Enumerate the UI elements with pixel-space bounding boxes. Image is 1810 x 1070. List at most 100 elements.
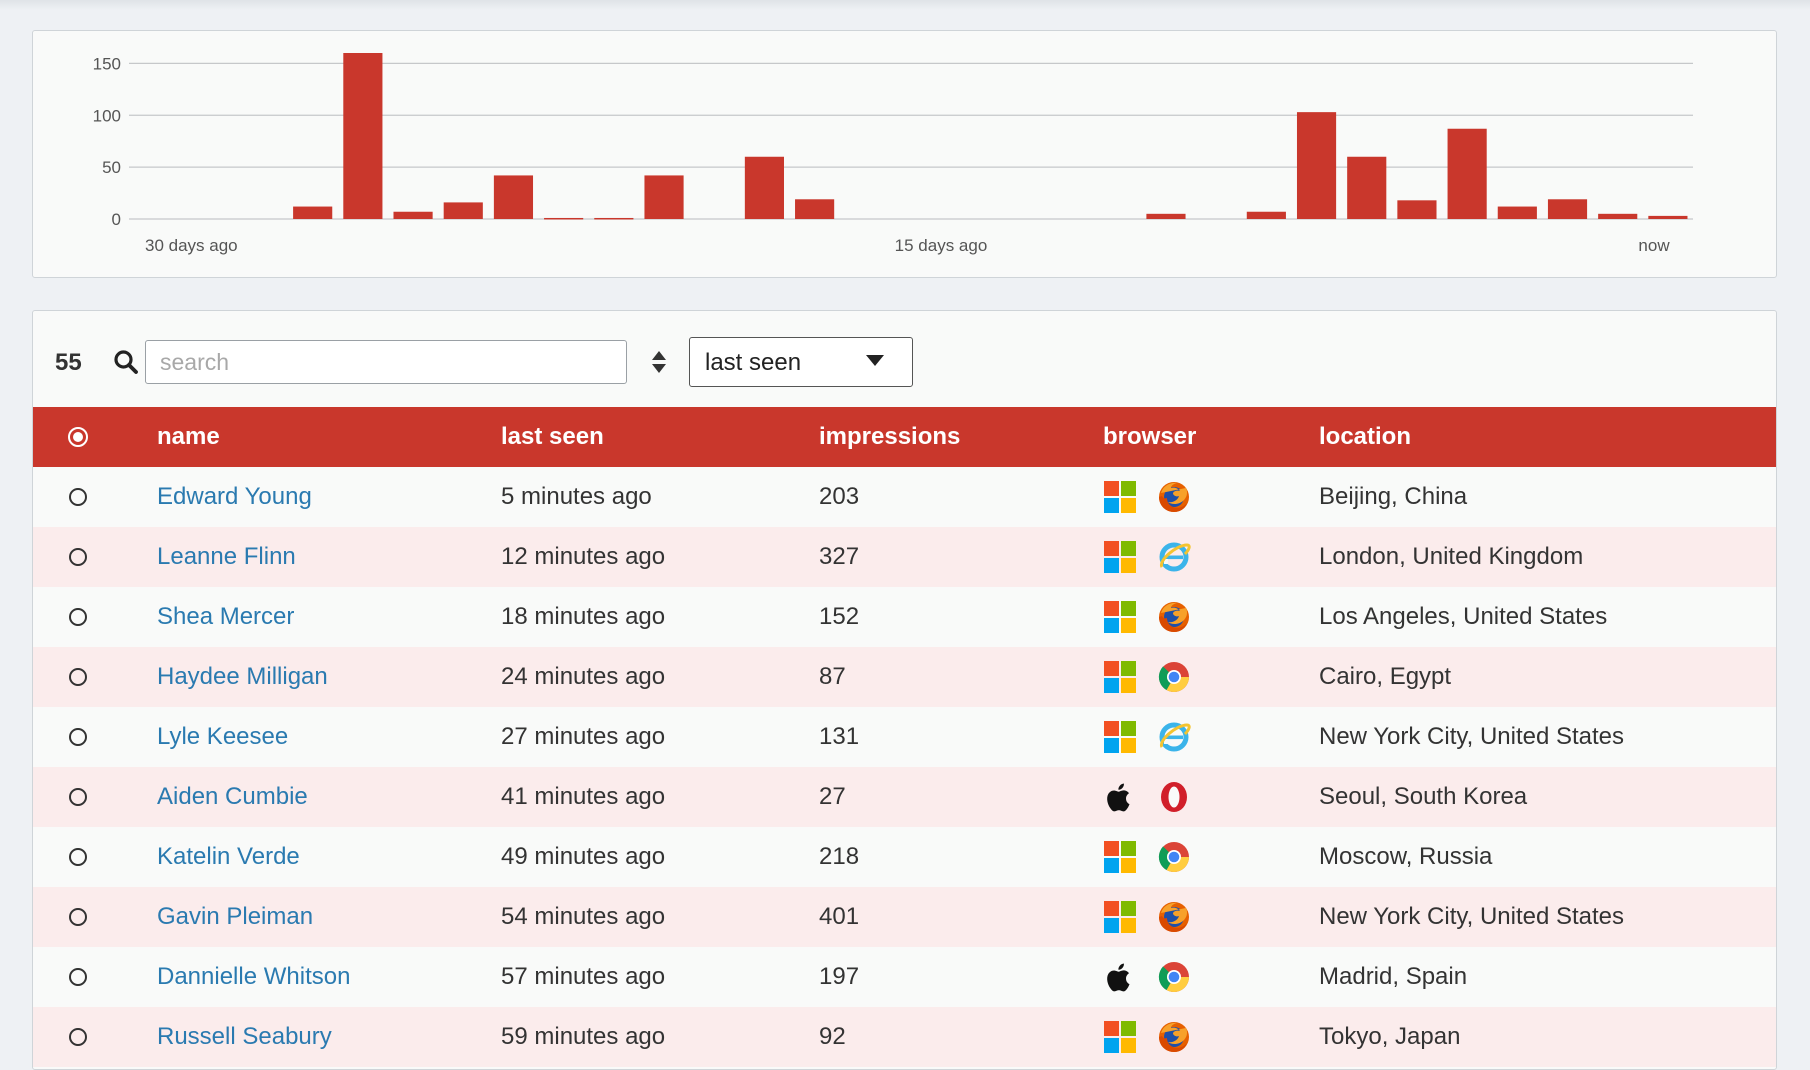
table-row[interactable]: Haydee Milligan 24 minutes ago 87 Cairo, Eg…	[33, 647, 1776, 707]
last-seen-cell: 49 minutes ago	[501, 843, 666, 870]
table-row[interactable]: Dannielle Whitson 57 minutes ago 197 Madrid…	[33, 947, 1776, 1007]
location-cell: Madrid, Spain	[1319, 963, 1468, 990]
firefox-icon	[1159, 902, 1189, 932]
opera-icon	[1161, 782, 1187, 812]
internet-explorer-icon	[1159, 722, 1191, 752]
table-row[interactable]: Lyle Keesee 27 minutes ago 131 New York Cit…	[33, 707, 1776, 767]
chrome-icon	[1158, 842, 1189, 873]
y-tick-label: 100	[93, 106, 121, 125]
location-cell: Cairo, Egypt	[1319, 663, 1452, 690]
row-select-radio[interactable]	[69, 728, 87, 746]
chart-bar[interactable]	[1497, 206, 1537, 219]
column-header-last-seen[interactable]: last seen	[501, 407, 819, 467]
chevron-down-icon	[866, 355, 884, 366]
chart-bar[interactable]	[1146, 213, 1186, 219]
chart-bar[interactable]	[1296, 112, 1337, 219]
row-select-radio[interactable]	[69, 848, 87, 866]
chart-bar[interactable]	[1246, 211, 1286, 219]
chrome-icon	[1158, 962, 1189, 993]
impressions-cell: 401	[819, 903, 860, 930]
table-row[interactable]: Leanne Flinn 12 minutes ago 327 London, Uni…	[33, 527, 1776, 587]
chart-bar[interactable]	[293, 206, 333, 219]
row-select-radio[interactable]	[69, 968, 87, 986]
user-name-link[interactable]: Leanne Flinn	[157, 543, 296, 570]
last-seen-cell: 54 minutes ago	[501, 903, 666, 930]
chart-bar[interactable]	[544, 217, 584, 220]
sort-by-select[interactable]: last seen	[689, 337, 913, 387]
chart-bar[interactable]	[1347, 156, 1387, 219]
user-name-link[interactable]: Edward Young	[157, 483, 312, 510]
search-icon	[114, 350, 138, 374]
row-select-radio[interactable]	[69, 488, 87, 506]
column-header-impressions[interactable]: impressions	[819, 407, 1103, 467]
browser-cell	[1103, 767, 1319, 827]
sort-direction-icon[interactable]	[651, 350, 667, 374]
row-select-radio[interactable]	[69, 1028, 87, 1046]
table-row[interactable]: Edward Young 5 minutes ago 203 Beijing, Chi…	[33, 467, 1776, 527]
last-seen-cell: 24 minutes ago	[501, 663, 666, 690]
location-cell: Tokyo, Japan	[1319, 1023, 1461, 1050]
user-name-link[interactable]: Katelin Verde	[157, 843, 300, 870]
chart-bar[interactable]	[493, 175, 534, 219]
row-select-radio[interactable]	[69, 788, 87, 806]
chart-bar[interactable]	[1447, 128, 1487, 219]
row-select-radio[interactable]	[69, 608, 87, 626]
column-header-browser[interactable]: browser	[1103, 407, 1319, 467]
impressions-cell: 203	[819, 483, 860, 510]
impressions-cell: 152	[819, 603, 860, 630]
chart-bar[interactable]	[1648, 215, 1688, 219]
row-select-radio[interactable]	[69, 908, 87, 926]
table-row[interactable]: Russell Seabury 59 minutes ago 92 Tokyo, Ja…	[33, 1007, 1776, 1067]
row-select-radio[interactable]	[69, 548, 87, 566]
location-cell: Beijing, China	[1319, 483, 1468, 510]
windows-icon	[1104, 481, 1136, 513]
windows-icon	[1104, 661, 1136, 693]
chart-bar[interactable]	[443, 202, 483, 219]
last-seen-cell: 59 minutes ago	[501, 1023, 666, 1050]
user-name-link[interactable]: Haydee Milligan	[157, 663, 328, 690]
browser-cell	[1103, 587, 1319, 647]
sort-by-value: last seen	[705, 349, 802, 376]
chart-bar[interactable]	[594, 217, 634, 220]
chart-bar[interactable]	[744, 156, 784, 219]
table-row[interactable]: Katelin Verde 49 minutes ago 218 Moscow, Ru…	[33, 827, 1776, 887]
table-row[interactable]: Aiden Cumbie 41 minutes ago 27 Seoul, South…	[33, 767, 1776, 827]
windows-icon	[1104, 601, 1136, 633]
chart-bar[interactable]	[1547, 199, 1588, 219]
column-header-name[interactable]: name	[157, 407, 501, 467]
chart-bar[interactable]	[795, 199, 835, 219]
chart-bar[interactable]	[1598, 213, 1638, 219]
table-row[interactable]: Shea Mercer 18 minutes ago 152 Los Angeles,…	[33, 587, 1776, 647]
user-name-link[interactable]: Russell Seabury	[157, 1023, 332, 1050]
last-seen-cell: 12 minutes ago	[501, 543, 666, 570]
select-all-radio[interactable]	[68, 427, 88, 447]
last-seen-cell: 5 minutes ago	[501, 483, 652, 510]
user-count: 55	[55, 349, 82, 376]
impressions-cell: 27	[819, 783, 846, 810]
user-name-link[interactable]: Gavin Pleiman	[157, 903, 313, 930]
impressions-cell: 218	[819, 843, 860, 870]
search-input[interactable]	[145, 340, 627, 384]
row-select-radio[interactable]	[69, 668, 87, 686]
windows-icon	[1104, 841, 1136, 873]
users-table: name last seen impressions browser locat…	[33, 407, 1776, 1067]
column-header-location[interactable]: location	[1319, 407, 1776, 467]
impressions-chart-panel: 0 50 100 150 30 days ago 15 days ago now	[32, 30, 1777, 278]
browser-cell	[1103, 1007, 1319, 1067]
apple-icon	[1107, 963, 1130, 992]
chart-bar[interactable]	[1397, 200, 1437, 219]
user-name-link[interactable]: Lyle Keesee	[157, 723, 288, 750]
user-name-link[interactable]: Aiden Cumbie	[157, 783, 308, 810]
table-row[interactable]: Gavin Pleiman 54 minutes ago 401 New York C…	[33, 887, 1776, 947]
user-name-link[interactable]: Dannielle Whitson	[157, 963, 350, 990]
chart-bar[interactable]	[393, 211, 433, 219]
browser-cell	[1103, 527, 1319, 587]
impressions-cell: 131	[819, 723, 860, 750]
chart-bar[interactable]	[644, 175, 684, 219]
x-tick-label: 30 days ago	[145, 236, 238, 255]
user-name-link[interactable]: Shea Mercer	[157, 603, 294, 630]
browser-cell	[1103, 647, 1319, 707]
location-cell: New York City, United States	[1319, 723, 1625, 750]
chart-bar[interactable]	[343, 53, 383, 219]
location-cell: New York City, United States	[1319, 903, 1625, 930]
